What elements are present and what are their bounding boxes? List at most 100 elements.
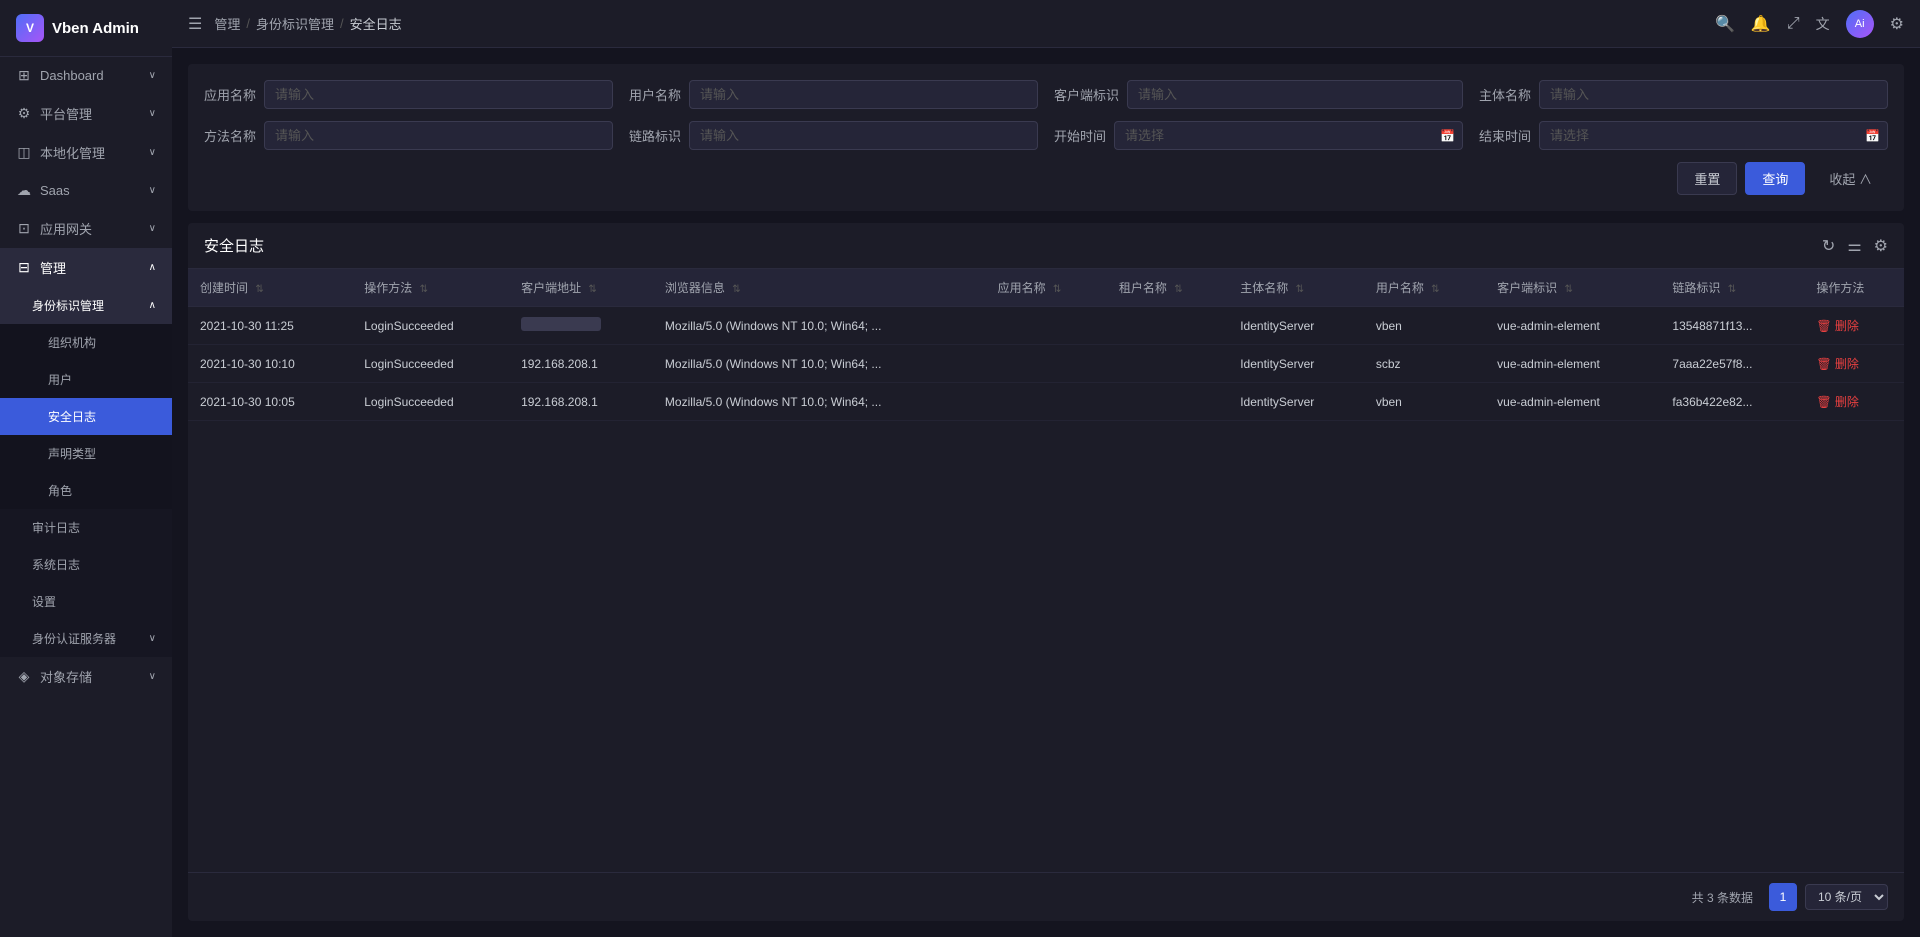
action-cell: 🗑 删除	[1804, 307, 1904, 345]
tenant-name-cell	[1107, 345, 1228, 383]
page-btn-1[interactable]: 1	[1769, 883, 1797, 911]
bell-icon[interactable]: 🔔	[1751, 14, 1771, 34]
sidebar-item-claim-type[interactable]: 声明类型	[0, 435, 172, 472]
filter-subject: 主体名称	[1479, 80, 1888, 109]
col-correlation-id[interactable]: 链路标识 ⇅	[1660, 269, 1804, 307]
sidebar-item-audit-log[interactable]: 审计日志	[0, 509, 172, 546]
col-subject[interactable]: 主体名称 ⇅	[1228, 269, 1364, 307]
client-id-input[interactable]	[1127, 80, 1463, 109]
filter-app-name: 应用名称	[204, 80, 613, 109]
username-cell: scbz	[1364, 345, 1485, 383]
sidebar-item-storage[interactable]: ◈ 对象存储 ∨	[0, 657, 172, 696]
query-button[interactable]: 查询	[1745, 162, 1805, 195]
breadcrumb-management[interactable]: 管理	[214, 14, 240, 33]
data-table: 创建时间 ⇅ 操作方法 ⇅ 客户端地址 ⇅ 浏览器信息 ⇅ 应用名称 ⇅ 租户名…	[188, 269, 1904, 421]
subject-input[interactable]	[1539, 80, 1888, 109]
col-client-id[interactable]: 客户端标识 ⇅	[1485, 269, 1660, 307]
correlation-id-cell: 7aaa22e57f8...	[1660, 345, 1804, 383]
col-actions: 操作方法	[1804, 269, 1904, 307]
expand-icon[interactable]: ⤢	[1787, 15, 1800, 33]
sidebar-item-settings[interactable]: 设置	[0, 583, 172, 620]
sidebar-item-api-gateway[interactable]: ⊡ 应用网关 ∨	[0, 209, 172, 248]
management-icon: ⊟	[16, 259, 32, 276]
app-name-input[interactable]	[264, 80, 613, 109]
main-content: ☰ 管理 / 身份标识管理 / 安全日志 🔍 🔔 ⤢ 文 Ai ⚙	[172, 0, 1920, 937]
sidebar-menu: ⊞ Dashboard ∨ ⚙ 平台管理 ∨ ◫ 本地化管理 ∨ ☁ Saas	[0, 57, 172, 937]
correlation-input[interactable]	[689, 121, 1038, 150]
menu-toggle-icon[interactable]: ☰	[188, 14, 202, 34]
avatar[interactable]: Ai	[1846, 10, 1874, 38]
breadcrumb: 管理 / 身份标识管理 / 安全日志	[214, 14, 401, 33]
col-browser-info[interactable]: 浏览器信息 ⇅	[653, 269, 986, 307]
sidebar-item-role[interactable]: 角色	[0, 472, 172, 509]
column-settings-icon[interactable]: ⚌	[1847, 236, 1861, 256]
col-app-name[interactable]: 应用名称 ⇅	[986, 269, 1107, 307]
dashboard-icon: ⊞	[16, 67, 32, 84]
user-name-label: 用户名称	[629, 85, 681, 104]
page-size-select[interactable]: 10 条/页 20 条/页 50 条/页	[1805, 884, 1888, 910]
client-ip-cell	[509, 307, 653, 345]
breadcrumb-identity[interactable]: 身份标识管理	[256, 14, 334, 33]
translate-icon[interactable]: 文	[1816, 14, 1830, 34]
sidebar-item-org[interactable]: 组织机构	[0, 324, 172, 361]
storage-icon: ◈	[16, 668, 32, 685]
delete-button[interactable]: 🗑 删除	[1816, 317, 1859, 334]
col-action-method[interactable]: 操作方法 ⇅	[352, 269, 509, 307]
action-method-cell: LoginSucceeded	[352, 345, 509, 383]
client-id-cell: vue-admin-element	[1485, 345, 1660, 383]
sidebar-item-security-log[interactable]: 安全日志	[0, 398, 172, 435]
client-ip-cell: 192.168.208.1	[509, 383, 653, 421]
sidebar-item-localization[interactable]: ◫ 本地化管理 ∨	[0, 133, 172, 172]
sidebar-item-auth-server[interactable]: 身份认证服务器 ∨	[0, 620, 172, 657]
col-tenant-name[interactable]: 租户名称 ⇅	[1107, 269, 1228, 307]
sidebar-item-user[interactable]: 用户	[0, 361, 172, 398]
chevron-down-icon: ∨	[149, 70, 156, 81]
table-section: 安全日志 ↻ ⚌ ⚙ 创建时间 ⇅ 操作方法 ⇅ 客户端地址 ⇅ 浏览器信息 ⇅	[188, 223, 1904, 921]
calendar-icon: 📅	[1440, 129, 1455, 143]
table-row: 2021-10-30 11:25 LoginSucceeded Mozilla/…	[188, 307, 1904, 345]
search-icon[interactable]: 🔍	[1715, 14, 1735, 34]
subject-cell: IdentityServer	[1228, 345, 1364, 383]
end-time-label: 结束时间	[1479, 126, 1531, 145]
filter-row-1: 应用名称 用户名称 客户端标识 主体名称	[204, 80, 1888, 109]
sidebar-item-system-log[interactable]: 系统日志	[0, 546, 172, 583]
header-right: 🔍 🔔 ⤢ 文 Ai ⚙	[1715, 10, 1904, 38]
reset-button[interactable]: 重置	[1677, 162, 1737, 195]
delete-button[interactable]: 🗑 删除	[1816, 393, 1859, 410]
end-time-input[interactable]	[1539, 121, 1888, 150]
sidebar-item-management[interactable]: ⊟ 管理 ∧	[0, 248, 172, 287]
start-time-input[interactable]	[1114, 121, 1463, 150]
gear-settings-icon[interactable]: ⚙	[1874, 236, 1888, 256]
app-name-cell	[986, 345, 1107, 383]
filter-panel: 应用名称 用户名称 客户端标识 主体名称 方法	[188, 64, 1904, 211]
logo-text: Vben Admin	[52, 20, 139, 37]
sidebar-item-platform[interactable]: ⚙ 平台管理 ∨	[0, 94, 172, 133]
calendar-end-icon: 📅	[1865, 129, 1880, 143]
table-row: 2021-10-30 10:05 LoginSucceeded 192.168.…	[188, 383, 1904, 421]
delete-button[interactable]: 🗑 删除	[1816, 355, 1859, 372]
table-header-row: 创建时间 ⇅ 操作方法 ⇅ 客户端地址 ⇅ 浏览器信息 ⇅ 应用名称 ⇅ 租户名…	[188, 269, 1904, 307]
user-name-input[interactable]	[689, 80, 1038, 109]
sidebar-item-saas[interactable]: ☁ Saas ∨	[0, 172, 172, 209]
method-input[interactable]	[264, 121, 613, 150]
filter-end-time: 结束时间 📅	[1479, 121, 1888, 150]
table-toolbar: ↻ ⚌ ⚙	[1822, 236, 1888, 256]
action-method-cell: LoginSucceeded	[352, 383, 509, 421]
sidebar-logo[interactable]: V Vben Admin	[0, 0, 172, 57]
api-gateway-icon: ⊡	[16, 220, 32, 237]
settings-icon[interactable]: ⚙	[1890, 14, 1904, 34]
col-client-ip[interactable]: 客户端地址 ⇅	[509, 269, 653, 307]
created-time-cell: 2021-10-30 10:10	[188, 345, 352, 383]
subject-label: 主体名称	[1479, 85, 1531, 104]
col-created-time[interactable]: 创建时间 ⇅	[188, 269, 352, 307]
filter-row-2: 方法名称 链路标识 开始时间 📅 结束时间	[204, 121, 1888, 150]
collapse-button[interactable]: 收起 ∧	[1813, 163, 1888, 194]
tenant-name-cell	[1107, 383, 1228, 421]
pagination: 共 3 条数据 1 10 条/页 20 条/页 50 条/页	[188, 872, 1904, 921]
action-method-cell: LoginSucceeded	[352, 307, 509, 345]
sidebar-item-dashboard[interactable]: ⊞ Dashboard ∨	[0, 57, 172, 94]
refresh-icon[interactable]: ↻	[1822, 236, 1835, 256]
filter-correlation: 链路标识	[629, 121, 1038, 150]
col-username[interactable]: 用户名称 ⇅	[1364, 269, 1485, 307]
sidebar-item-identity[interactable]: 身份标识管理 ∧	[0, 287, 172, 324]
